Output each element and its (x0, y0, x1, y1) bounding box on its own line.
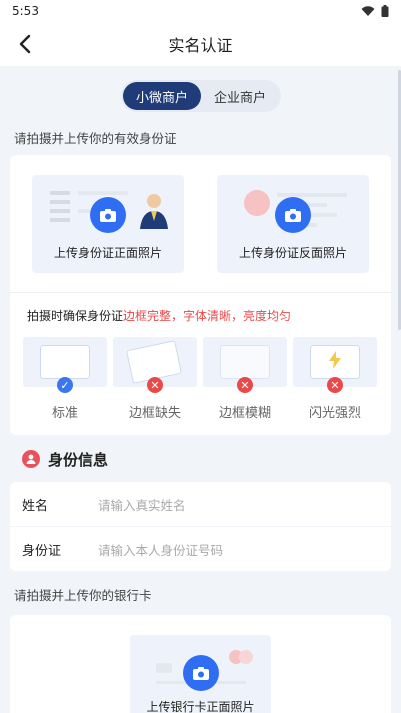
bank-upload-card: 上传银行卡正面照片 (10, 615, 391, 713)
app-bar: 实名认证 (0, 22, 401, 66)
id-number-label: 身份证 (22, 543, 62, 559)
sample-standard-label: 标准 (51, 406, 78, 421)
name-input[interactable] (98, 497, 391, 513)
status-bar: 5:53 (0, 0, 401, 22)
camera-icon (183, 655, 219, 691)
id-number-row: 身份证 (10, 527, 391, 571)
cross-icon: ✕ (147, 377, 163, 393)
cross-icon: ✕ (237, 377, 253, 393)
sample-missing-border-label: 边框缺失 (128, 406, 181, 421)
id-back-label: 上传身份证反面照片 (238, 246, 347, 260)
id-front-label: 上传身份证正面照片 (53, 246, 162, 260)
name-label: 姓名 (22, 498, 49, 514)
battery-icon (381, 5, 389, 17)
bank-upload-hint: 请拍摄并上传你的银行卡 (14, 588, 152, 603)
camera-icon (90, 197, 126, 233)
bank-front-upload[interactable]: 上传银行卡正面照片 (130, 635, 271, 713)
page-title: 实名认证 (168, 36, 233, 55)
check-icon: ✓ (57, 377, 73, 393)
bank-front-label: 上传银行卡正面照片 (146, 700, 255, 713)
id-upload-card: 上传身份证正面照片 上传身份证反面照片 拍摄时确保身份证边框完整，字体清晰，亮度… (10, 155, 391, 435)
id-number-input[interactable] (98, 542, 391, 558)
tab-micro-merchant[interactable]: 小微商户 (123, 82, 201, 110)
photo-tip-prefix: 拍摄时确保身份证 (27, 309, 124, 323)
name-row: 姓名 (10, 482, 391, 526)
tab-enterprise-merchant[interactable]: 企业商户 (201, 82, 279, 110)
photo-tip: 拍摄时确保身份证边框完整，字体清晰，亮度均匀 (27, 307, 291, 324)
id-upload-hint: 请拍摄并上传你的有效身份证 (14, 131, 177, 146)
cross-icon: ✕ (327, 377, 343, 393)
status-time: 5:53 (12, 4, 39, 18)
merchant-type-tabs: 小微商户 企业商户 (121, 80, 281, 112)
id-back-upload[interactable]: 上传身份证反面照片 (217, 175, 369, 273)
identity-section-title: 身份信息 (48, 451, 109, 469)
flash-icon (329, 351, 341, 369)
user-icon (22, 450, 40, 468)
photo-tip-warning: 边框完整，字体清晰，亮度均匀 (123, 309, 292, 323)
camera-icon (275, 197, 311, 233)
id-front-upload[interactable]: 上传身份证正面照片 (32, 175, 184, 273)
sample-strong-flash-label: 闪光强烈 (308, 406, 361, 421)
divider (10, 292, 391, 293)
back-arrow-icon[interactable] (14, 32, 38, 56)
sample-blurry-border-label: 边框模糊 (218, 406, 271, 421)
wifi-icon (361, 5, 375, 16)
